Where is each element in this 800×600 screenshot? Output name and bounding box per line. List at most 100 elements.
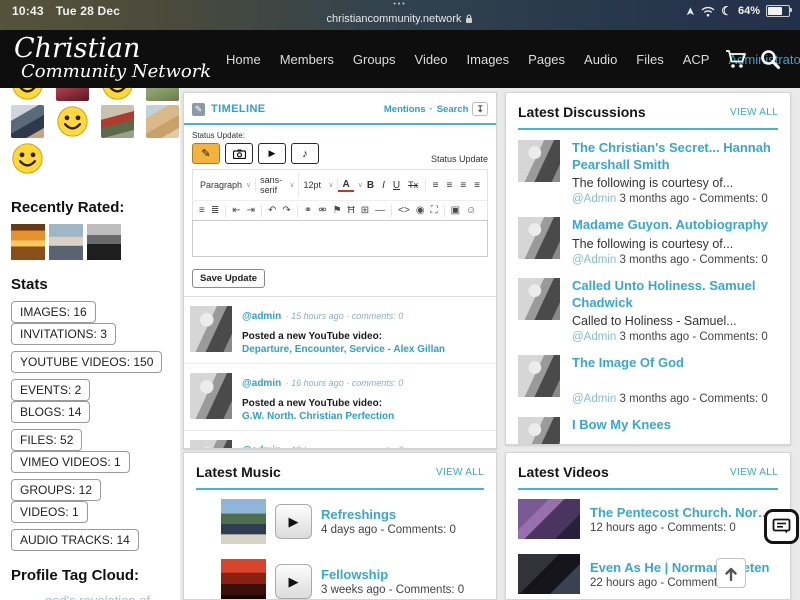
feed-user-link[interactable]: @admin bbox=[242, 378, 281, 389]
nav-item-images[interactable]: Images bbox=[467, 52, 510, 67]
unordered-list-icon[interactable]: ≡ bbox=[196, 204, 208, 217]
feed-meta[interactable]: · 15 hours ago · comments: 0 bbox=[286, 311, 404, 321]
clear-format-button[interactable]: Tx bbox=[404, 179, 422, 191]
rated-thumb-book[interactable] bbox=[11, 224, 45, 260]
preview-eye-icon[interactable]: ◉ bbox=[413, 204, 428, 217]
stat-chip-invitations[interactable]: INVITATIONS: 3 bbox=[11, 323, 116, 345]
underline-button[interactable]: U bbox=[389, 179, 404, 192]
feed-content-link[interactable]: G.W. North. Christian Perfection bbox=[242, 411, 403, 422]
discussion-title-link[interactable]: The Christian's Secret... Hannah Pearsha… bbox=[572, 140, 778, 173]
nav-item-audio[interactable]: Audio bbox=[584, 52, 617, 67]
feed-meta[interactable]: · 19 hours ago · comments: 0 bbox=[286, 445, 404, 449]
italic-button[interactable]: I bbox=[378, 179, 389, 192]
member-avatar[interactable] bbox=[11, 88, 44, 101]
discussion-author-link[interactable]: @Admin bbox=[572, 193, 616, 205]
bold-button[interactable]: B bbox=[363, 179, 378, 192]
mentions-link[interactable]: Mentions bbox=[384, 104, 426, 115]
music-title-link[interactable]: Fellowship bbox=[321, 567, 464, 582]
address-url[interactable]: christiancommunity.network bbox=[327, 13, 474, 25]
avatar[interactable] bbox=[518, 140, 560, 182]
avatar[interactable] bbox=[518, 417, 560, 445]
save-update-button[interactable]: Save Update bbox=[192, 269, 265, 288]
nav-item-pages[interactable]: Pages bbox=[528, 52, 565, 67]
discussion-title-link[interactable]: The Image Of God bbox=[572, 355, 768, 372]
media-embed-icon[interactable]: ▣ bbox=[448, 204, 463, 217]
outdent-icon[interactable]: ⇤ bbox=[229, 204, 243, 217]
member-avatar[interactable] bbox=[101, 105, 134, 138]
video-thumb[interactable] bbox=[518, 499, 580, 539]
avatar[interactable] bbox=[190, 373, 232, 419]
video-title-link[interactable]: The Pentecost Church. Norman... bbox=[590, 505, 778, 520]
horizontal-rule-icon[interactable]: — bbox=[372, 204, 388, 217]
collapse-button[interactable]: ↧ bbox=[472, 102, 488, 116]
feed-meta[interactable]: · 16 hours ago · comments: 0 bbox=[286, 378, 404, 388]
anchor-icon[interactable]: ⚑ bbox=[330, 204, 345, 217]
insert-link-icon[interactable]: ⚭ bbox=[301, 204, 315, 217]
stat-chip-videos[interactable]: VIDEOS: 1 bbox=[11, 501, 88, 523]
avatar[interactable] bbox=[518, 355, 560, 397]
stat-chip-blogs[interactable]: BLOGS: 14 bbox=[11, 401, 90, 423]
feedback-chat-button[interactable] bbox=[764, 509, 799, 544]
font-size-select[interactable]: 12pt∨ bbox=[299, 178, 338, 192]
stat-chip-audio-tracks[interactable]: AUDIO TRACKS: 14 bbox=[11, 529, 139, 551]
videos-view-all-link[interactable]: VIEW ALL bbox=[730, 467, 778, 478]
member-avatar[interactable] bbox=[146, 88, 179, 101]
table-icon[interactable]: ⊞ bbox=[358, 204, 372, 217]
special-char-icon[interactable]: Ħ bbox=[345, 204, 358, 217]
scroll-to-top-button[interactable] bbox=[716, 558, 746, 588]
discussion-author-link[interactable]: @Admin bbox=[572, 254, 616, 266]
member-avatar[interactable] bbox=[56, 88, 89, 101]
video-thumb[interactable] bbox=[518, 554, 580, 594]
fullscreen-icon[interactable]: ⛶ bbox=[428, 204, 441, 217]
play-button[interactable]: ▶ bbox=[275, 564, 312, 599]
avatar[interactable] bbox=[518, 217, 560, 259]
nav-item-video[interactable]: Video bbox=[415, 52, 448, 67]
nav-item-files[interactable]: Files bbox=[636, 52, 663, 67]
site-logo[interactable]: Christian Community Network bbox=[14, 35, 211, 81]
align-left-icon[interactable]: ≡ bbox=[429, 179, 443, 192]
avatar[interactable] bbox=[518, 278, 560, 320]
text-post-button[interactable]: ✎ bbox=[192, 143, 220, 164]
rated-thumb-man[interactable] bbox=[87, 224, 121, 260]
member-avatar-smiley[interactable] bbox=[11, 142, 44, 175]
timeline-search-link[interactable]: Search bbox=[437, 104, 469, 115]
member-avatar-smiley[interactable] bbox=[56, 105, 89, 138]
discussion-title-link[interactable]: Madame Guyon. Autobiography bbox=[572, 217, 768, 234]
cart-icon[interactable] bbox=[724, 47, 748, 71]
remove-link-icon[interactable]: ⚮ bbox=[315, 204, 329, 217]
align-justify-icon[interactable]: ≡ bbox=[470, 179, 484, 192]
discussion-title-link[interactable]: I Bow My Knees bbox=[572, 417, 671, 434]
font-family-select[interactable]: sans-serif∨ bbox=[256, 173, 299, 197]
nav-item-groups[interactable]: Groups bbox=[353, 52, 396, 67]
member-avatar[interactable] bbox=[11, 105, 44, 138]
member-avatar[interactable] bbox=[101, 88, 134, 101]
feed-user-link[interactable]: @admin bbox=[242, 445, 281, 449]
music-thumb[interactable] bbox=[221, 559, 266, 600]
stat-chip-files[interactable]: FILES: 52 bbox=[11, 429, 82, 451]
music-thumb[interactable] bbox=[221, 499, 266, 544]
avatar[interactable] bbox=[190, 306, 232, 352]
emoticon-icon[interactable]: ☺ bbox=[463, 204, 479, 217]
tag-gods-revelation[interactable]: god's revelation of himself bbox=[45, 593, 150, 600]
search-icon[interactable] bbox=[758, 47, 782, 71]
undo-icon[interactable]: ↶ bbox=[265, 204, 279, 217]
nav-item-home[interactable]: Home bbox=[226, 52, 261, 67]
discussion-author-link[interactable]: @Admin bbox=[572, 331, 616, 343]
stat-chip-vimeo-videos[interactable]: VIMEO VIDEOS: 1 bbox=[11, 451, 130, 473]
stat-chip-groups[interactable]: GROUPS: 12 bbox=[11, 479, 101, 501]
discussion-title-link[interactable]: Called Unto Holiness. Samuel Chadwick bbox=[572, 278, 778, 311]
audio-post-button[interactable]: ♪ bbox=[291, 143, 319, 164]
align-right-icon[interactable]: ≡ bbox=[456, 179, 470, 192]
discussions-view-all-link[interactable]: VIEW ALL bbox=[730, 107, 778, 118]
paragraph-format-select[interactable]: Paragraph∨ bbox=[196, 178, 256, 192]
ordered-list-icon[interactable]: ≣ bbox=[208, 204, 222, 217]
nav-item-members[interactable]: Members bbox=[280, 52, 334, 67]
music-title-link[interactable]: Refreshings bbox=[321, 507, 456, 522]
member-avatar[interactable] bbox=[146, 105, 179, 138]
music-view-all-link[interactable]: VIEW ALL bbox=[436, 467, 484, 478]
status-update-textarea[interactable] bbox=[192, 220, 488, 257]
text-color-button[interactable]: A bbox=[338, 179, 353, 192]
source-code-icon[interactable]: <> bbox=[395, 204, 413, 217]
nav-item-acp[interactable]: ACP bbox=[683, 52, 710, 67]
stat-chip-youtube-videos[interactable]: YOUTUBE VIDEOS: 150 bbox=[11, 351, 162, 373]
